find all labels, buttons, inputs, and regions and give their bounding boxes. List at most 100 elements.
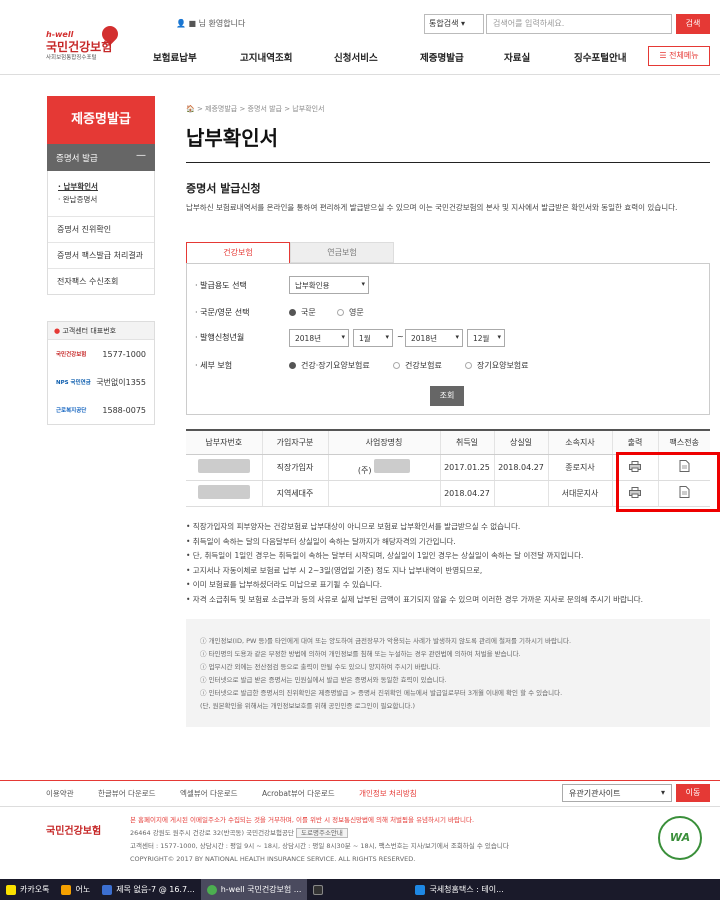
tab-pension-insurance[interactable]: 연금보험	[290, 242, 394, 263]
app-icon	[61, 884, 72, 895]
from-year-select[interactable]: 2018년	[289, 329, 349, 347]
cs-row: NPS 국민연금 국번없이1355	[48, 368, 154, 396]
search-input[interactable]: 검색어를 입력하세요.	[486, 14, 672, 34]
detail-label: · 세부 보험	[195, 361, 233, 370]
footer-link-excel-viewer[interactable]: 엑셀뷰어 다운로드	[180, 789, 238, 798]
title-divider	[186, 162, 710, 163]
from-month-select[interactable]: 1월	[353, 329, 393, 347]
nav-item-application[interactable]: 신청서비스	[334, 50, 378, 64]
sidebar-item-efax-receive[interactable]: 전자팩스 수신조회	[48, 268, 154, 294]
payer-no-redacted	[186, 480, 262, 507]
footer-address: 26464 강원도 원주시 건강로 32(반곡동) 국민건강보험공단	[130, 829, 294, 837]
radio-ltc[interactable]: 장기요양보험료	[465, 360, 529, 371]
page-title: 납부확인서	[186, 126, 278, 150]
sidebar-subitem-payment-confirmation[interactable]: · 납부확인서	[48, 180, 154, 193]
taskbar: 카카오톡 어노 제목 없음-7 @ 16.7... h-well 국민건강보험 …	[0, 879, 720, 900]
cell-type: 지역세대주	[261, 480, 328, 507]
taskbar-item-app[interactable]: 어노	[55, 879, 96, 900]
radio-health[interactable]: 건강보험료	[393, 360, 442, 371]
note-item: • 단, 취득일이 1일인 경우는 취득일이 속하는 달부터 시작되며, 상실일…	[186, 551, 584, 560]
redacted-block	[197, 459, 250, 473]
cs-org-logo: 국민건강보험	[56, 352, 87, 358]
chevron-down-icon: ▾	[660, 788, 665, 797]
search-button[interactable]: 검색	[676, 14, 710, 34]
detail-label-text: 세부 보험	[200, 361, 233, 370]
radio-health-ltc[interactable]: 건강·장기요양보험료	[289, 360, 370, 371]
footer-line	[0, 806, 720, 807]
tab-health-insurance[interactable]: 건강보험	[186, 242, 290, 263]
cs-phone: 1577-1000	[102, 349, 146, 359]
col-fax: 팩스전송	[657, 429, 710, 455]
to-month-select[interactable]: 12월	[467, 329, 505, 347]
taskbar-item-kakaotalk[interactable]: 카카오톡	[0, 879, 55, 900]
nav-divider	[0, 74, 720, 75]
radio-korean[interactable]: 국문	[289, 307, 316, 318]
footer-contact: 고객센터 : 1577-1000, 상담시간 : 평일 9시 ~ 18시, 상담…	[130, 842, 509, 850]
sidebar-item-verify[interactable]: 증명서 진위확인	[48, 216, 154, 242]
footer-link-terms[interactable]: 이용약관	[46, 789, 74, 798]
guide-item: (단, 원본확인을 위해서는 개인정보보호를 위해 공인인증 로그인이 필요합니…	[200, 702, 416, 710]
sidebar-item-fax-result[interactable]: 증명서 팩스발급 처리결과	[48, 242, 154, 268]
cell-type: 직장가입자	[261, 454, 328, 481]
footer-link-privacy[interactable]: 개인정보 처리방침	[359, 789, 417, 798]
search-scope-select[interactable]: 통합검색 ▾	[424, 14, 484, 34]
sidebar-subitem-full-payment-certificate[interactable]: · 완납증명서	[48, 193, 154, 206]
radio-label: 장기요양보험료	[477, 361, 529, 370]
sidebar-item-certificate-issue[interactable]: 증명서 발급 —	[47, 144, 155, 171]
guide-item: ⓘ 타인명의 도용과 같은 부정한 방법에 의하여 개인정보를 침해 또는 누설…	[200, 650, 521, 658]
section-description: 납부하신 보험료내역서를 온라인을 통하여 편리하게 발급받으실 수 있으며 이…	[186, 203, 678, 212]
photoshop-icon	[102, 884, 113, 895]
nav-item-certificates[interactable]: 제증명발급	[420, 50, 464, 64]
company-name: (주)	[357, 465, 372, 475]
taskbar-label: 제목 없음-7 @ 16.7...	[116, 885, 195, 894]
cs-org-logo: NPS 국민연금	[56, 380, 91, 386]
taskbar-item-browser[interactable]: h-well 국민건강보험 ...	[200, 879, 308, 900]
period-label: · 발행신청년월	[195, 333, 245, 342]
nav-item-bill-history[interactable]: 고지내역조회	[240, 50, 292, 64]
customer-center-title: ● 고객센터 대표번호	[48, 322, 154, 340]
breadcrumb: 🏠 > 제증명발급 > 증명서 발급 > 납부확인서	[186, 104, 325, 114]
taskbar-label: 국세청홈택스 : 테이...	[429, 885, 504, 894]
note-item: • 자격 소급취득 및 보험료 소급부과 등의 사유로 실제 납부된 금액이 표…	[186, 594, 644, 604]
cell-branch: 종로지사	[547, 454, 612, 481]
taskbar-label: h-well 국민건강보험 ...	[220, 885, 302, 894]
taskbar-item-hometax[interactable]: 국세청홈택스 : 테이...	[409, 879, 509, 900]
go-button[interactable]: 이동	[676, 784, 710, 802]
ie-icon	[415, 884, 426, 895]
nav-item-payment[interactable]: 보험료납부	[153, 50, 197, 64]
table-header-row: 납부자번호 가입자구분 사업장명칭 취득일 상실일 소속지사 출력 팩스전송	[186, 429, 710, 455]
nav-item-portal-guide[interactable]: 징수포털안내	[574, 50, 626, 64]
app-k-icon	[313, 884, 324, 895]
related-sites-select[interactable]: 유관기관사이트 ▾	[562, 784, 672, 802]
search-scope-value: 통합검색	[429, 19, 459, 28]
collapse-icon: —	[136, 150, 146, 161]
taskbar-item-k[interactable]	[307, 879, 329, 900]
user-icon: 👤	[176, 19, 189, 28]
col-payer-no: 납부자번호	[186, 429, 262, 455]
footer-link-acrobat-viewer[interactable]: Acrobat뷰어 다운로드	[262, 789, 335, 798]
to-year-select[interactable]: 2018년	[405, 329, 463, 347]
radio-label: 건강보험료	[405, 361, 442, 370]
col-print: 출력	[611, 429, 658, 455]
address-guide-button[interactable]: 도로명주소안내	[296, 828, 348, 838]
guide-item: ⓘ 개인정보(ID, PW 등)를 타인에게 대여 또는 양도하여 금전장부가 …	[200, 637, 572, 645]
cell-lost: 2018.04.27	[493, 454, 548, 481]
purpose-select[interactable]: 납부확인용	[289, 276, 369, 294]
home-icon[interactable]: 🏠	[186, 105, 197, 113]
nav-item-library[interactable]: 자료실	[504, 50, 530, 64]
kakaotalk-icon	[6, 884, 16, 895]
radio-english[interactable]: 영문	[337, 307, 364, 318]
guide-item: ⓘ 인터넷으로 발급한 증명서의 진위확인은 제증명발급 > 증명서 진위확인 …	[200, 689, 563, 697]
col-branch: 소속지사	[547, 429, 612, 455]
cs-phone: 국번없이1355	[96, 377, 146, 387]
footer-link-hwp-viewer[interactable]: 한글뷰어 다운로드	[98, 789, 156, 798]
section-title: 증명서 발급신청	[186, 182, 261, 195]
query-button[interactable]: 조회	[430, 386, 464, 406]
all-menu-button[interactable]: ☰ 전체메뉴	[648, 46, 710, 66]
col-company: 사업장명칭	[327, 429, 440, 455]
language-label-text: 국문/영문 선택	[200, 308, 250, 317]
cs-phone: 1588-0075	[102, 405, 146, 415]
cs-org-logo: 근로복지공단	[56, 408, 87, 414]
guide-box: ⓘ 개인정보(ID, PW 등)를 타인에게 대여 또는 양도하여 금전장부가 …	[186, 619, 710, 727]
taskbar-item-photoshop[interactable]: 제목 없음-7 @ 16.7...	[96, 879, 201, 900]
